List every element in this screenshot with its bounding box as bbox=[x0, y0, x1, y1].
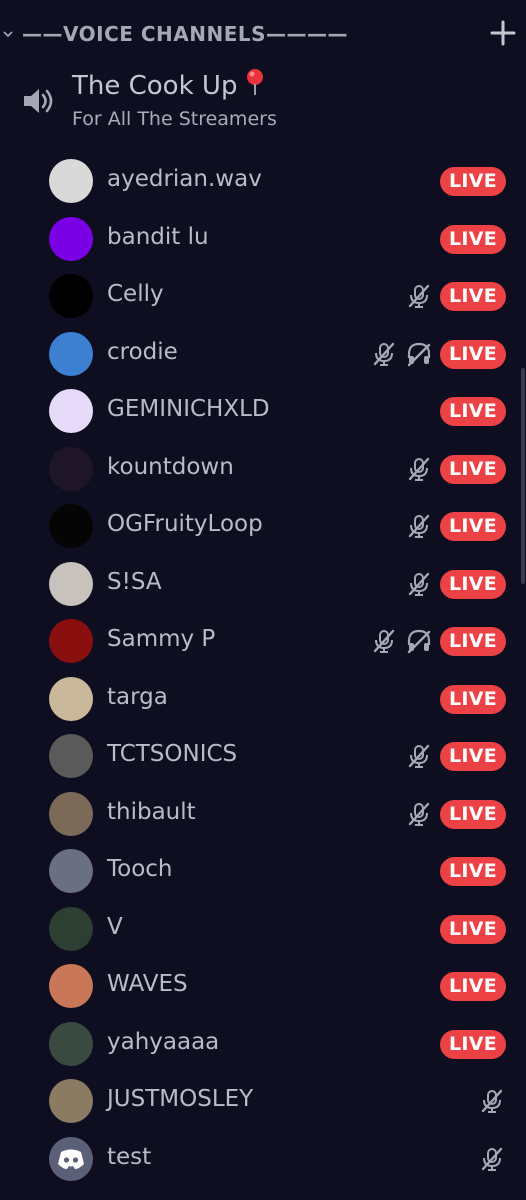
mic-off-icon bbox=[406, 283, 432, 309]
mic-off-icon bbox=[406, 456, 432, 482]
voice-member[interactable]: GEMINICHXLD LIVE bbox=[0, 382, 526, 440]
speaker-icon bbox=[24, 89, 53, 113]
member-name: thibault bbox=[107, 798, 196, 825]
avatar bbox=[49, 791, 93, 836]
voice-channels-header[interactable]: ——VOICE CHANNELS———— bbox=[0, 0, 526, 70]
chevron-down-icon[interactable] bbox=[2, 28, 14, 40]
live-badge: LIVE bbox=[440, 684, 506, 714]
mic-off-icon bbox=[371, 628, 397, 654]
live-badge: LIVE bbox=[440, 627, 506, 656]
voice-member[interactable]: OGFruityLoop LIVE bbox=[0, 497, 526, 555]
avatar bbox=[49, 734, 93, 778]
voice-member[interactable]: yahyaaaa LIVE bbox=[0, 1015, 526, 1073]
voice-member[interactable]: thibault LIVE bbox=[0, 785, 526, 843]
avatar bbox=[49, 446, 93, 491]
live-badge: LIVE bbox=[440, 799, 506, 829]
voice-member[interactable]: ayedrian.wav LIVE bbox=[0, 152, 526, 210]
voice-member[interactable]: S!SA LIVE bbox=[0, 555, 526, 613]
live-badge: LIVE bbox=[440, 454, 506, 484]
avatar bbox=[49, 676, 93, 721]
scrollbar[interactable] bbox=[521, 368, 525, 584]
live-badge: LIVE bbox=[440, 742, 506, 771]
member-name: crodie bbox=[107, 338, 178, 365]
live-badge: LIVE bbox=[440, 972, 506, 1001]
member-name: WAVES bbox=[107, 971, 188, 997]
avatar bbox=[49, 504, 93, 548]
mic-off-icon bbox=[406, 513, 432, 539]
member-name: bandit lu bbox=[107, 223, 209, 250]
avatar bbox=[49, 561, 93, 606]
member-name: Celly bbox=[107, 281, 164, 307]
avatar bbox=[49, 619, 93, 663]
plus-icon[interactable] bbox=[490, 20, 516, 46]
avatar bbox=[49, 216, 93, 261]
category-title: ——VOICE CHANNELS———— bbox=[22, 22, 349, 46]
voice-member-list: ayedrian.wav LIVE bandit lu LIVE Celly LIVE cr… bbox=[0, 152, 526, 1187]
headphones-off-icon bbox=[406, 628, 432, 654]
mic-off-icon bbox=[371, 341, 397, 367]
voice-member[interactable]: V LIVE bbox=[0, 900, 526, 958]
mic-off-icon bbox=[479, 1146, 505, 1172]
live-badge: LIVE bbox=[440, 857, 506, 886]
avatar bbox=[49, 1079, 93, 1123]
voice-member[interactable]: targa LIVE bbox=[0, 670, 526, 728]
voice-member[interactable]: Sammy P LIVE bbox=[0, 612, 526, 670]
avatar bbox=[49, 964, 93, 1008]
voice-member[interactable]: WAVES LIVE bbox=[0, 957, 526, 1015]
live-badge: LIVE bbox=[440, 339, 506, 369]
member-name: OGFruityLoop bbox=[107, 511, 263, 537]
avatar bbox=[49, 849, 93, 893]
headphones-off-icon bbox=[406, 341, 432, 367]
mic-off-icon bbox=[406, 801, 432, 827]
voice-member[interactable]: JUSTMOSLEY bbox=[0, 1072, 526, 1130]
mic-off-icon bbox=[406, 743, 432, 769]
live-badge: LIVE bbox=[440, 397, 506, 426]
live-badge: LIVE bbox=[440, 282, 506, 311]
member-name: Tooch bbox=[107, 856, 173, 882]
avatar bbox=[49, 331, 93, 376]
avatar bbox=[49, 1136, 93, 1181]
live-badge: LIVE bbox=[440, 167, 506, 196]
mic-off-icon bbox=[406, 571, 432, 597]
member-name: test bbox=[107, 1143, 152, 1170]
avatar bbox=[49, 1021, 93, 1066]
avatar bbox=[49, 389, 93, 433]
member-name: Sammy P bbox=[107, 626, 216, 652]
member-name: GEMINICHXLD bbox=[107, 396, 270, 422]
avatar bbox=[49, 159, 93, 203]
live-badge: LIVE bbox=[440, 224, 506, 254]
voice-member[interactable]: bandit lu LIVE bbox=[0, 210, 526, 268]
member-name: yahyaaaa bbox=[107, 1028, 220, 1055]
voice-member[interactable]: kountdown LIVE bbox=[0, 440, 526, 498]
pushpin-icon bbox=[247, 69, 264, 95]
channel-name: The Cook Up bbox=[72, 68, 265, 101]
mic-off-icon bbox=[479, 1088, 505, 1114]
live-badge: LIVE bbox=[440, 914, 506, 944]
member-name: ayedrian.wav bbox=[107, 166, 262, 192]
voice-member[interactable]: crodie LIVE bbox=[0, 325, 526, 383]
member-name: V bbox=[107, 913, 123, 940]
live-badge: LIVE bbox=[440, 569, 506, 599]
avatar bbox=[49, 906, 93, 951]
voice-member[interactable]: test bbox=[0, 1130, 526, 1188]
voice-member[interactable]: Tooch LIVE bbox=[0, 842, 526, 900]
avatar bbox=[49, 274, 93, 318]
voice-member[interactable]: TCTSONICS LIVE bbox=[0, 727, 526, 785]
voice-channel-the-cook-up[interactable]: The Cook Up For All The Streamers bbox=[0, 62, 526, 140]
live-badge: LIVE bbox=[440, 1029, 506, 1059]
member-name: S!SA bbox=[107, 568, 162, 595]
live-badge: LIVE bbox=[440, 512, 506, 541]
channel-description: For All The Streamers bbox=[72, 108, 277, 130]
voice-member[interactable]: Celly LIVE bbox=[0, 267, 526, 325]
member-name: JUSTMOSLEY bbox=[107, 1086, 254, 1112]
member-name: kountdown bbox=[107, 453, 234, 480]
member-name: TCTSONICS bbox=[107, 741, 238, 767]
member-name: targa bbox=[107, 683, 168, 710]
